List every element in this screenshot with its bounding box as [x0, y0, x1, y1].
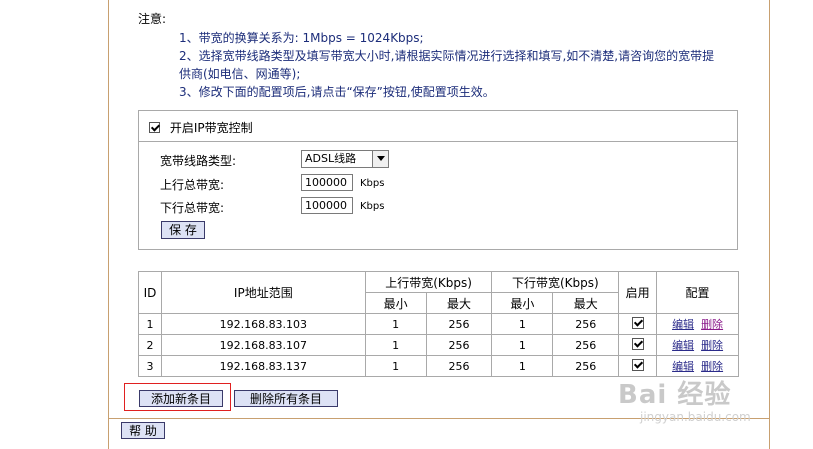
edit-link[interactable]: 编辑	[672, 339, 694, 352]
upstream-total-label: 上行总带宽:	[160, 178, 225, 192]
header-down-max: 最大	[552, 292, 620, 314]
header-enable: 启用	[618, 271, 658, 314]
chevron-down-icon[interactable]	[372, 151, 388, 167]
row-enable-checkbox[interactable]	[631, 358, 644, 371]
row-id: 3	[138, 355, 162, 377]
upstream-total-input[interactable]: 100000	[301, 174, 353, 191]
enable-row: 开启IP带宽控制	[149, 119, 253, 136]
header-config: 配置	[656, 271, 739, 314]
watermark-logo: Bai 经验	[618, 380, 732, 410]
row-down-min: 1	[491, 355, 554, 377]
row-up-min: 1	[364, 334, 427, 356]
table-row: 2 192.168.83.107 1 256 1 256 编辑 删除	[138, 334, 739, 356]
note-line-2: 2、选择宽带线路类型及填写带宽大小时,请根据实际情况进行选择和填写,如不清楚,请…	[179, 49, 715, 63]
upstream-unit: Kbps	[360, 178, 385, 189]
bandwidth-settings-panel: 宽带线路类型: ADSL线路 上行总带宽: 100000 Kbps 下行总带宽:…	[138, 141, 738, 250]
row-ip-range: 192.168.83.137	[160, 355, 366, 377]
edit-link[interactable]: 编辑	[672, 360, 694, 373]
table-header-row: ID IP地址范围 上行带宽(Kbps) 下行带宽(Kbps) 启用 配置	[138, 271, 739, 314]
header-upstream: 上行带宽(Kbps)	[364, 271, 493, 293]
header-down-min: 最小	[491, 292, 554, 314]
row-ip-range: 192.168.83.103	[160, 313, 366, 335]
downstream-total-input[interactable]: 100000	[301, 197, 353, 214]
line-type-select[interactable]: ADSL线路	[301, 150, 389, 168]
row-up-max: 256	[425, 313, 493, 335]
header-up-min: 最小	[364, 292, 427, 314]
enable-label: 开启IP带宽控制	[169, 121, 253, 135]
row-config-cell: 编辑 删除	[656, 313, 739, 335]
downstream-total-label: 下行总带宽:	[160, 201, 225, 215]
row-down-min: 1	[491, 313, 554, 335]
watermark-url: jingyan.baidu.com	[640, 410, 751, 424]
note-line-3: 供商(如电信、网通等);	[179, 67, 301, 81]
enable-checkbox[interactable]	[149, 122, 160, 133]
row-down-max: 256	[552, 355, 620, 377]
note-line-4: 3、修改下面的配置项后,请点击“保存”按钮,使配置项生效。	[179, 85, 495, 99]
row-enable-checkbox[interactable]	[631, 337, 644, 350]
enable-panel: 开启IP带宽控制	[138, 110, 738, 142]
delete-all-button[interactable]: 删除所有条目	[234, 390, 338, 407]
notes-title: 注意:	[138, 12, 167, 26]
row-up-max: 256	[425, 334, 493, 356]
row-ip-range: 192.168.83.107	[160, 334, 366, 356]
bandwidth-rules-table: ID IP地址范围 上行带宽(Kbps) 下行带宽(Kbps) 启用 配置 最小…	[138, 271, 739, 377]
header-ip-range: IP地址范围	[160, 271, 366, 314]
header-up-max: 最大	[425, 292, 493, 314]
edit-link[interactable]: 编辑	[672, 318, 694, 331]
delete-link[interactable]: 删除	[701, 339, 723, 352]
row-config-cell: 编辑 删除	[656, 334, 739, 356]
note-line-1: 1、带宽的换算关系为: 1Mbps = 1024Kbps;	[179, 31, 424, 45]
delete-link[interactable]: 删除	[701, 318, 723, 331]
delete-link[interactable]: 删除	[701, 360, 723, 373]
add-entry-button[interactable]: 添加新条目	[139, 390, 223, 407]
row-down-min: 1	[491, 334, 554, 356]
row-up-min: 1	[364, 355, 427, 377]
row-up-max: 256	[425, 355, 493, 377]
row-up-min: 1	[364, 313, 427, 335]
downstream-unit: Kbps	[360, 201, 385, 212]
row-enable-cell	[618, 313, 658, 335]
row-enable-checkbox[interactable]	[631, 316, 644, 329]
row-down-max: 256	[552, 334, 620, 356]
line-type-value: ADSL线路	[305, 152, 357, 165]
line-type-label: 宽带线路类型:	[160, 154, 237, 168]
row-id: 1	[138, 313, 162, 335]
row-enable-cell	[618, 334, 658, 356]
save-button[interactable]: 保 存	[161, 221, 205, 239]
header-downstream: 下行带宽(Kbps)	[491, 271, 620, 293]
row-down-max: 256	[552, 313, 620, 335]
table-row: 1 192.168.83.103 1 256 1 256 编辑 删除	[138, 313, 739, 335]
header-id: ID	[138, 271, 162, 314]
row-id: 2	[138, 334, 162, 356]
help-button[interactable]: 帮 助	[121, 422, 165, 439]
